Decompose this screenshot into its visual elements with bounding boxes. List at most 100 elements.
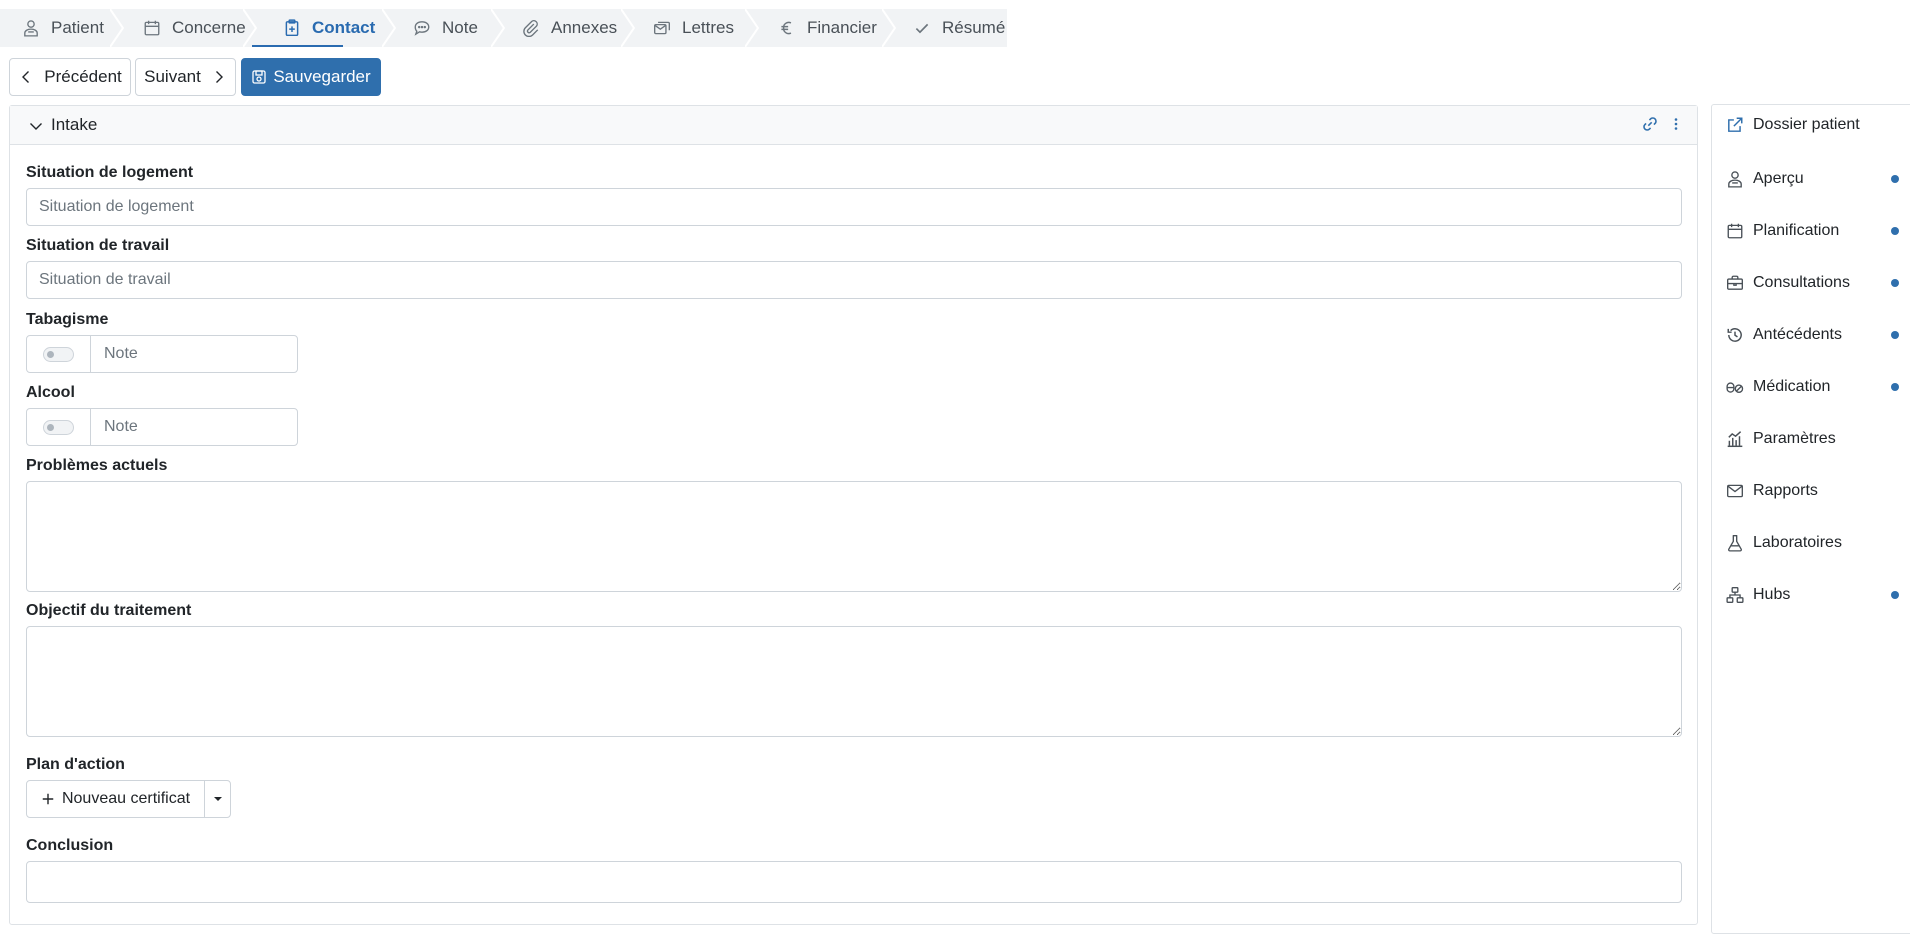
sidebar-item-label: Consultations — [1753, 274, 1850, 291]
sidebar-item-rapports[interactable]: Rapports — [1726, 478, 1910, 504]
tab-label: Contact — [312, 18, 376, 37]
hierarchy-icon — [1726, 587, 1744, 603]
alcohol-field — [26, 408, 324, 446]
sidebar-item-apercu[interactable]: Aperçu — [1726, 166, 1910, 192]
hubs-indicator-dot — [1891, 591, 1899, 599]
alcohol-note-input[interactable] — [91, 409, 324, 445]
tab-label: Lettres — [682, 18, 734, 37]
sidebar-item-label: Dossier patient — [1753, 116, 1860, 133]
sidebar-item-label: Laboratoires — [1753, 534, 1842, 551]
smoking-note-input[interactable] — [91, 336, 324, 372]
alcohol-toggle-cell — [27, 409, 91, 445]
check-icon — [915, 23, 929, 34]
save-label: Sauvegarder — [273, 67, 371, 86]
save-icon — [252, 70, 266, 84]
step-separator — [382, 9, 396, 47]
housing-label: Situation de logement — [26, 164, 194, 181]
tab-label: Résumé — [942, 18, 1006, 37]
sidebar-item-hubs[interactable]: Hubs — [1726, 582, 1910, 608]
save-button[interactable]: Sauvegarder — [241, 58, 381, 96]
work-input[interactable] — [26, 261, 1682, 299]
tab-lettres[interactable]: Lettres — [653, 9, 734, 47]
sidebar-item-antecedents[interactable]: Antécédents — [1726, 322, 1910, 348]
planification-indicator-dot — [1891, 227, 1899, 235]
history-icon — [1727, 328, 1742, 342]
link-icon[interactable] — [1641, 115, 1659, 133]
paperclip-icon — [523, 20, 539, 37]
patient-icon — [24, 20, 38, 37]
antecedents-indicator-dot — [1891, 331, 1899, 339]
pills-icon — [1726, 382, 1744, 393]
tab-financier[interactable]: Financier — [778, 9, 877, 47]
sidebar-item-laboratoires[interactable]: Laboratoires — [1726, 530, 1910, 556]
action-plan-label: Plan d'action — [26, 756, 125, 773]
next-label: Suivant — [144, 67, 201, 86]
sidebar-item-consultations[interactable]: Consultations — [1726, 270, 1910, 296]
chevron-down-icon[interactable] — [28, 118, 44, 134]
new-certificate-split-button: Nouveau certificat — [26, 780, 231, 818]
panel-title: Intake — [51, 115, 98, 134]
new-certificate-dropdown[interactable] — [205, 781, 230, 817]
sidebar-item-parametres[interactable]: Paramètres — [1726, 426, 1910, 452]
previous-label: Précédent — [44, 67, 122, 86]
smoking-toggle[interactable] — [43, 346, 74, 362]
next-button[interactable]: Suivant — [135, 58, 236, 96]
problems-textarea[interactable] — [26, 481, 1682, 592]
consultations-indicator-dot — [1891, 279, 1899, 287]
objective-textarea[interactable] — [26, 626, 1682, 737]
tab-note[interactable]: Note — [413, 9, 478, 47]
sidebar-item-label: Aperçu — [1753, 170, 1804, 187]
problems-label: Problèmes actuels — [26, 457, 168, 474]
tab-label: Annexes — [551, 18, 618, 37]
previous-button[interactable]: Précédent — [9, 58, 131, 96]
step-separator — [243, 9, 257, 47]
objective-label: Objectif du traitement — [26, 602, 192, 619]
tab-contact[interactable]: Contact — [283, 9, 375, 47]
sidebar-item-label: Hubs — [1753, 586, 1791, 603]
medication-indicator-dot — [1891, 383, 1899, 391]
tab-concerne[interactable]: Concerne — [143, 9, 246, 47]
panel-header[interactable]: Intake — [10, 106, 1697, 145]
tab-annexes[interactable]: Annexes — [522, 9, 617, 47]
new-certificate-label: Nouveau certificat — [61, 790, 191, 807]
chevron-right-icon — [215, 71, 223, 83]
chat-icon — [414, 21, 430, 36]
flask-icon — [1728, 535, 1742, 552]
briefcase-icon — [1727, 275, 1743, 290]
alcohol-toggle[interactable] — [43, 419, 74, 435]
new-certificate-button[interactable]: Nouveau certificat — [27, 781, 205, 817]
housing-input[interactable] — [26, 188, 1682, 226]
sidebar-item-planification[interactable]: Planification — [1726, 218, 1910, 244]
conclusion-input[interactable] — [26, 861, 1682, 903]
tab-patient[interactable]: Patient — [22, 9, 104, 47]
caret-down-icon — [213, 797, 222, 801]
smoking-field — [26, 335, 324, 373]
sidebar-item-label: Rapports — [1753, 482, 1818, 499]
tab-label: Financier — [807, 18, 877, 37]
alcohol-label: Alcool — [26, 384, 75, 401]
sidebar-item-label: Paramètres — [1753, 430, 1836, 447]
calendar-icon — [1727, 223, 1743, 239]
more-vertical-icon[interactable] — [1668, 116, 1684, 132]
work-label: Situation de travail — [26, 237, 170, 254]
tab-resume[interactable]: Résumé — [913, 9, 1005, 47]
tab-label: Note — [442, 18, 478, 37]
sidebar-item-label: Planification — [1753, 222, 1840, 239]
step-separator — [110, 9, 124, 47]
sidebar-item-label: Médication — [1753, 378, 1831, 395]
euro-icon — [781, 21, 792, 35]
step-separator — [491, 9, 505, 47]
sidebar-item-label: Antécédents — [1753, 326, 1842, 343]
chart-icon — [1727, 431, 1743, 448]
patient-icon — [1728, 171, 1742, 188]
sidebar-item-medication[interactable]: Médication — [1726, 374, 1910, 400]
sidebar-item-dossier-patient[interactable]: Dossier patient — [1726, 112, 1910, 138]
clipboard-plus-icon — [285, 19, 299, 37]
apercu-indicator-dot — [1891, 175, 1899, 183]
tab-label: Patient — [51, 18, 104, 37]
envelopes-icon — [654, 21, 670, 35]
envelope-icon — [1727, 484, 1743, 498]
smoking-toggle-cell — [27, 336, 91, 372]
conclusion-label: Conclusion — [26, 837, 114, 854]
smoking-label: Tabagisme — [26, 311, 109, 328]
